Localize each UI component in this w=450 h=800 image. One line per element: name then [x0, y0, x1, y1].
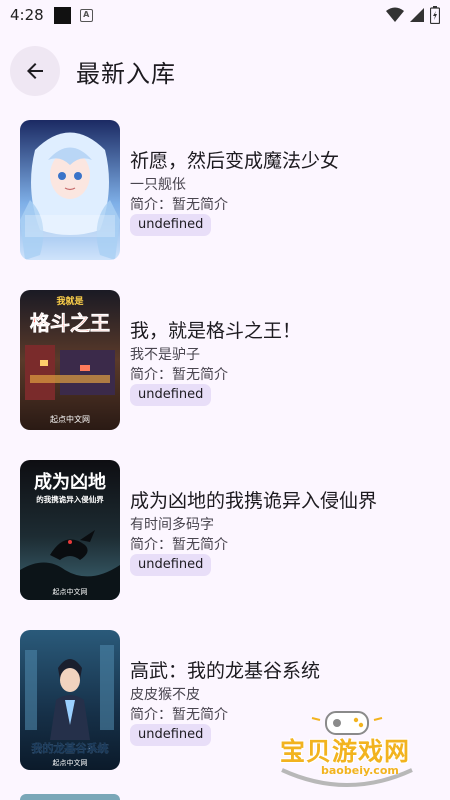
list-item[interactable]: 成为凶地 的我携诡异入侵仙界 起点中文网 成为凶地的我携诡异入侵仙界 有时间多码…: [0, 450, 450, 610]
cover-title-text: 成为凶地: [34, 471, 106, 493]
book-intro: 简介：暂无简介: [130, 197, 228, 213]
book-tag: undefined: [130, 214, 212, 236]
cover-publisher-text: 起点中文网: [53, 758, 88, 767]
book-author: 一只舰伥: [130, 177, 186, 193]
status-bar: 4:28 A: [0, 0, 450, 30]
status-time: 4:28: [10, 6, 44, 24]
book-title: 祈愿，然后变成魔法少女: [130, 150, 340, 172]
book-cover: 我的龙基谷系统 起点中文网: [20, 630, 120, 770]
book-intro: 简介：暂无简介: [130, 707, 228, 723]
book-title: 成为凶地的我携诡异入侵仙界: [130, 490, 378, 512]
watermark-url: baobeiy.com: [321, 764, 399, 777]
back-button[interactable]: [10, 46, 60, 96]
notification-icon: [53, 6, 71, 24]
book-cover: 成为凶地 的我携诡异入侵仙界 起点中文网: [20, 460, 120, 600]
a-badge-icon: A: [79, 8, 93, 22]
cover-publisher-text: 起点中文网: [50, 414, 90, 424]
book-author: 我不是驴子: [130, 347, 200, 363]
watermark-name: 宝贝游戏网: [280, 737, 411, 766]
book-title: 高武：我的龙基谷系统: [130, 660, 321, 682]
book-tag: undefined: [130, 724, 212, 746]
wifi-icon: [386, 7, 404, 22]
list-item[interactable]: 祈愿，然后变成魔法少女 一只舰伥 简介：暂无简介 undefined: [0, 110, 450, 270]
list-item[interactable]: 我就是 格斗之王 起点中文网 我，就是格斗之王！ 我不是驴子 简介：暂无简介 u…: [0, 280, 450, 440]
page-title: 最新入库: [76, 60, 176, 88]
arrow-left-icon: [27, 63, 43, 79]
book-intro: 简介：暂无简介: [130, 537, 228, 553]
book-title: 我，就是格斗之王！: [130, 320, 302, 342]
cover-title-text: 格斗之王: [30, 311, 110, 335]
signal-icon: [410, 8, 424, 22]
watermark: 宝贝游戏网 baobeiy.com: [272, 700, 422, 790]
book-cover: [20, 120, 120, 260]
book-author: 皮皮猴不皮: [130, 687, 200, 703]
battery-icon: [430, 6, 440, 24]
book-tag: undefined: [130, 554, 212, 576]
cover-top-text: 我就是: [56, 295, 84, 307]
app-bar: 最新入库: [0, 42, 450, 100]
list-item-partial[interactable]: [20, 794, 120, 800]
book-tag: undefined: [130, 384, 212, 406]
cover-sub-text: 的我携诡异入侵仙界: [36, 494, 104, 504]
book-intro: 简介：暂无简介: [130, 367, 228, 383]
book-cover: 我就是 格斗之王 起点中文网: [20, 290, 120, 430]
cover-publisher-text: 起点中文网: [53, 587, 88, 596]
cover-title-text: 我的龙基谷系统: [32, 741, 109, 755]
book-author: 有时间多码字: [130, 517, 214, 533]
